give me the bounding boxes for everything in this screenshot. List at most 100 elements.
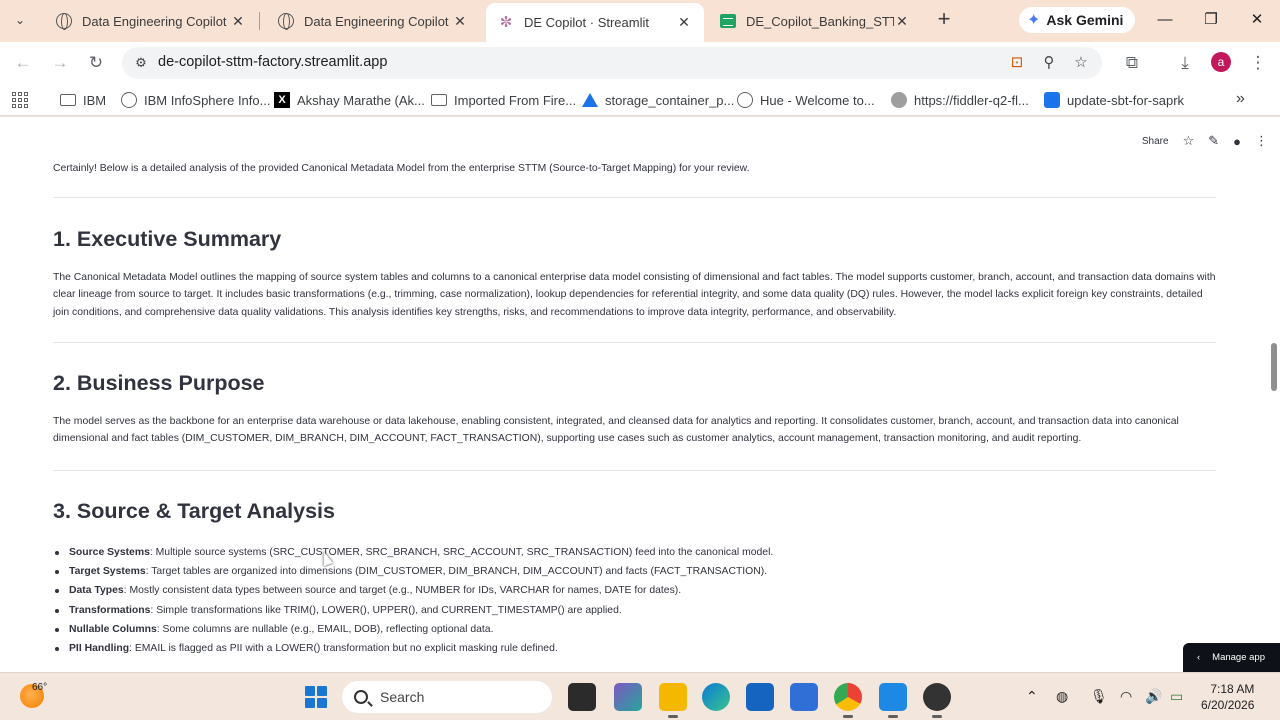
browser-toolbar: ← → ↻ ⚙ de-copilot-sttm-factory.streamli…	[0, 42, 1280, 84]
outlook-icon[interactable]	[790, 683, 818, 711]
bookmark-label: Imported From Fire...	[454, 92, 577, 108]
battery-icon[interactable]: ▭	[1170, 688, 1183, 705]
reload-icon[interactable]: ↻	[84, 51, 108, 75]
ask-gemini-label: Ask Gemini	[1046, 12, 1124, 28]
microphone-icon[interactable]: 🎙	[1090, 688, 1108, 705]
share-button[interactable]: Share	[1142, 136, 1169, 147]
store-icon[interactable]	[746, 683, 774, 711]
bookmark-akshay[interactable]: X Akshay Marathe (Ak...	[274, 90, 425, 110]
page-scrollbar[interactable]	[1271, 343, 1277, 391]
new-tab-icon[interactable]: +	[934, 8, 954, 32]
back-icon[interactable]: ←	[11, 51, 35, 75]
browser-tab-1[interactable]: Data Engineering Copilot — ✕	[44, 4, 258, 38]
bookmarks-bar: IBM IBM InfoSphere Info... X Akshay Mara…	[0, 84, 1280, 116]
close-window-icon[interactable]: ✕	[1242, 8, 1272, 32]
list-item: Target Systems: Target tables are organi…	[53, 563, 773, 582]
tab-title: Data Engineering Copilot —	[82, 13, 230, 29]
list-item: Nullable Columns: Some columns are nulla…	[53, 621, 773, 640]
github-icon[interactable]: ●	[1233, 134, 1241, 149]
close-tab-icon[interactable]: ✕	[894, 13, 910, 30]
downloads-icon[interactable]: ⤓	[1173, 51, 1197, 75]
taskbar-search[interactable]: Search	[342, 681, 552, 713]
apps-grid-icon[interactable]	[12, 92, 28, 108]
time: 7:18 AM	[1210, 682, 1255, 696]
bookmark-hue[interactable]: Hue - Welcome to...	[737, 90, 875, 110]
bullet-text: : Simple transformations like TRIM(), LO…	[150, 604, 622, 616]
bullet-term: Nullable Columns	[69, 623, 157, 635]
address-bar[interactable]: ⚙ de-copilot-sttm-factory.streamlit.app …	[122, 47, 1102, 79]
tray-chevron-icon[interactable]: ⌃	[1026, 688, 1038, 705]
restore-icon[interactable]: ❐	[1196, 8, 1226, 32]
bookmark-fiddler[interactable]: https://fiddler-q2-fl...	[891, 90, 1029, 110]
minimize-icon[interactable]: —	[1150, 8, 1180, 32]
bookmark-imported[interactable]: Imported From Fire...	[431, 90, 576, 110]
tab-title: Data Engineering Copilot —	[304, 13, 452, 29]
analysis-bullet-list: Source Systems: Multiple source systems …	[53, 544, 773, 659]
close-tab-icon[interactable]: ✕	[452, 13, 468, 30]
bookmark-label: Hue - Welcome to...	[760, 92, 875, 108]
list-item: Transformations: Simple transformations …	[53, 602, 773, 621]
list-item: PII Handling: EMAIL is flagged as PII wi…	[53, 640, 773, 659]
wifi-icon[interactable]: ◠	[1120, 688, 1132, 705]
volume-icon[interactable]: 🔊	[1145, 688, 1162, 705]
manage-app-label: Manage app	[1212, 652, 1265, 663]
star-icon[interactable]: ☆	[1183, 133, 1195, 149]
bullet-term: PII Handling	[69, 642, 130, 654]
obs-icon[interactable]	[923, 683, 951, 718]
bookmark-label: IBM	[83, 92, 107, 108]
chevron-left-icon: ‹	[1197, 652, 1201, 663]
edge-icon[interactable]	[702, 683, 730, 711]
m365-icon[interactable]	[614, 683, 642, 711]
install-app-icon[interactable]: ⊡	[1005, 51, 1029, 75]
streamlit-page: Share ☆ ✎ ● ⋮ Certainly! Below is a deta…	[0, 117, 1280, 672]
zoom-icon[interactable]: ⚲	[1037, 51, 1061, 75]
date: 6/20/2026	[1201, 698, 1255, 712]
more-bookmarks-icon[interactable]: »	[1236, 90, 1245, 108]
url-text[interactable]: de-copilot-sttm-factory.streamlit.app	[158, 54, 387, 70]
task-view-icon[interactable]	[568, 683, 596, 711]
forward-icon[interactable]: →	[48, 51, 72, 75]
sheets-icon	[720, 14, 736, 28]
fiddler-icon	[891, 92, 907, 108]
close-tab-icon[interactable]: ✕	[230, 13, 246, 30]
manage-app-button[interactable]: ‹ Manage app	[1183, 643, 1280, 672]
bookmark-star-icon[interactable]: ☆	[1069, 51, 1093, 75]
close-tab-icon[interactable]: ✕	[676, 14, 692, 31]
divider	[53, 197, 1216, 198]
chrome-icon[interactable]	[834, 683, 862, 718]
browser-menu-icon[interactable]: ⋮	[1246, 51, 1270, 75]
browser-tab-active[interactable]: ✼ DE Copilot · Streamlit ✕	[486, 3, 704, 42]
clock[interactable]: 7:18 AM 6/20/2026	[1201, 681, 1254, 713]
ask-gemini-button[interactable]: ✦ Ask Gemini	[1019, 7, 1136, 33]
windows-start-icon[interactable]	[305, 686, 327, 708]
browser-tab-4[interactable]: DE_Copilot_Banking_STTM_ ✕	[708, 4, 922, 38]
bookmark-storage[interactable]: storage_container_p...	[582, 90, 734, 110]
edit-icon[interactable]: ✎	[1208, 133, 1219, 149]
browser-tab-2[interactable]: Data Engineering Copilot — ✕	[266, 4, 480, 38]
network-status-icon[interactable]: ◍	[1056, 688, 1068, 705]
bookmark-label: storage_container_p...	[605, 92, 735, 108]
streamlit-icon: ✼	[499, 13, 513, 31]
vscode-icon[interactable]	[879, 683, 907, 718]
bullet-text: : Mostly consistent data types between s…	[123, 585, 682, 597]
taskbar: 66° Search ⌃ ◍ 🎙 ◠ 🔊 ▭ 7:18 AM 6/20/2026	[0, 672, 1280, 720]
bookmark-infosphere[interactable]: IBM InfoSphere Info...	[121, 90, 270, 110]
profile-avatar[interactable]: a	[1211, 52, 1231, 72]
bullet-term: Transformations	[69, 604, 151, 616]
tab-search-chevron-icon[interactable]: ⌄	[8, 10, 32, 30]
bullet-text: : Some columns are nullable (e.g., EMAIL…	[156, 623, 494, 635]
site-info-icon[interactable]: ⚙	[132, 54, 150, 72]
extensions-icon[interactable]: ⧉	[1120, 51, 1144, 75]
bookmark-sbt[interactable]: update-sbt-for-saprk	[1044, 90, 1184, 110]
bookmark-ibm[interactable]: IBM	[60, 90, 106, 110]
bullet-term: Data Types	[69, 585, 124, 597]
list-item: Data Types: Mostly consistent data types…	[53, 582, 773, 601]
globe-icon	[278, 13, 294, 30]
bookmark-label: https://fiddler-q2-fl...	[914, 92, 1029, 108]
x-icon: X	[274, 92, 290, 108]
doc-icon	[1044, 92, 1060, 108]
globe-icon	[56, 13, 72, 30]
file-explorer-icon[interactable]	[659, 683, 687, 718]
tab-strip: ⌄ Data Engineering Copilot — ✕ Data Engi…	[0, 0, 1280, 42]
app-menu-icon[interactable]: ⋮	[1255, 133, 1268, 149]
